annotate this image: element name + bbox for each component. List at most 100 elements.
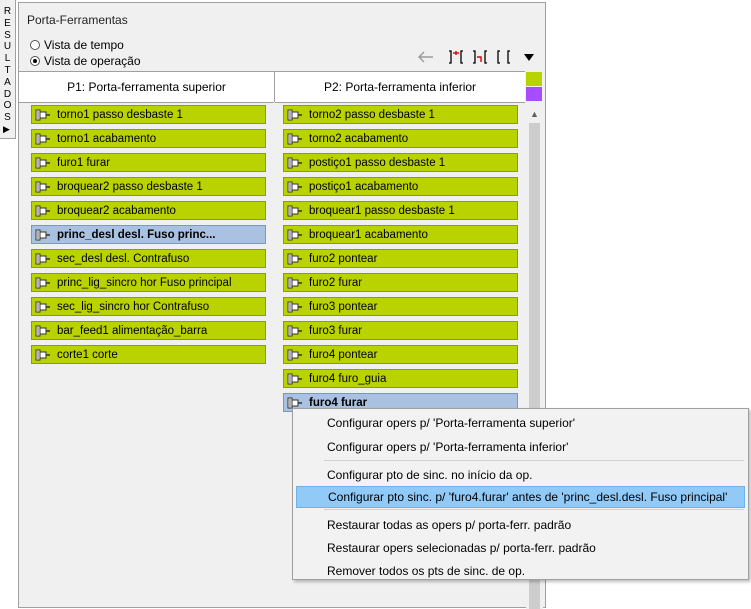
- menu-separator: [324, 509, 744, 510]
- tool-operation-icon: [287, 204, 303, 218]
- operation-label: torno1 passo desbaste 1: [57, 108, 183, 121]
- operation-item[interactable]: broquear1 acabamento: [283, 225, 518, 244]
- tool-operation-icon: [287, 228, 303, 242]
- operation-item[interactable]: bar_feed1 alimentação_barra: [31, 321, 266, 340]
- tool-operation-icon: [35, 156, 51, 170]
- operation-label: postiço1 acabamento: [309, 180, 419, 193]
- context-menu-item[interactable]: Remover todos os pts de sinc. de op.: [296, 560, 745, 582]
- context-menu-item[interactable]: Configurar pto de sinc. no início da op.: [296, 464, 745, 486]
- legend-operation-color: [526, 72, 542, 86]
- menu-separator: [324, 460, 744, 461]
- scroll-up-icon[interactable]: ▲: [526, 106, 543, 122]
- operation-item[interactable]: furo4 pontear: [283, 345, 518, 364]
- operation-label: bar_feed1 alimentação_barra: [57, 324, 208, 337]
- tool-operation-icon: [287, 372, 303, 386]
- operation-item[interactable]: torno2 acabamento: [283, 129, 518, 148]
- tool-operation-icon: [35, 204, 51, 218]
- operation-item[interactable]: torno2 passo desbaste 1: [283, 105, 518, 124]
- operation-label: furo4 furo_guia: [309, 372, 387, 385]
- expand-arrow-icon[interactable]: ▶: [3, 124, 10, 135]
- operation-item[interactable]: corte1 corte: [31, 345, 266, 364]
- context-menu-item[interactable]: Configurar opers p/ 'Porta-ferramenta in…: [296, 436, 745, 458]
- column-header-lower-label: P2: Porta-ferramenta inferior: [323, 80, 477, 94]
- dropdown-icon[interactable]: [519, 47, 539, 67]
- operation-label: furo4 furar: [309, 396, 368, 409]
- bracket-icon[interactable]: [495, 47, 515, 67]
- operation-item[interactable]: sec_lig_sincro hor Contrafuso: [31, 297, 266, 316]
- tool-operation-icon: [287, 132, 303, 146]
- operation-label: sec_desl desl. Contrafuso: [57, 252, 190, 265]
- context-menu-item-label: Restaurar todas as opers p/ porta-ferr. …: [327, 518, 572, 532]
- context-menu-item[interactable]: Restaurar todas as opers p/ porta-ferr. …: [296, 514, 745, 536]
- tool-operation-icon: [35, 108, 51, 122]
- tool-operation-icon: [35, 180, 51, 194]
- operation-item[interactable]: postiço1 passo desbaste 1: [283, 153, 518, 172]
- tool-operation-icon: [35, 348, 51, 362]
- context-menu-item-label: Configurar opers p/ 'Porta-ferramenta in…: [327, 440, 569, 454]
- operation-item[interactable]: princ_desl desl. Fuso princ...: [31, 225, 266, 244]
- tool-operation-icon: [35, 300, 51, 314]
- radio-circle-selected: [30, 56, 40, 66]
- operation-item[interactable]: broquear1 passo desbaste 1: [283, 201, 518, 220]
- tool-operation-icon: [287, 108, 303, 122]
- context-menu-item[interactable]: Configurar opers p/ 'Porta-ferramenta su…: [296, 412, 745, 434]
- sync-right-icon[interactable]: [471, 47, 491, 67]
- column-header-upper[interactable]: P1: Porta-ferramenta superior: [19, 71, 274, 103]
- view-operation-label: Vista de operação: [44, 54, 141, 68]
- operation-label: furo2 furar: [309, 276, 363, 289]
- operation-item[interactable]: princ_lig_sincro hor Fuso principal: [31, 273, 266, 292]
- context-menu-item[interactable]: Configurar pto sinc. p/ 'furo4.furar' an…: [296, 486, 745, 508]
- operation-label: furo4 pontear: [309, 348, 378, 361]
- context-menu-item[interactable]: Restaurar opers selecionadas p/ porta-fe…: [296, 537, 745, 559]
- sync-left-icon[interactable]: [447, 47, 467, 67]
- operation-label: princ_desl desl. Fuso princ...: [57, 228, 216, 241]
- operation-item[interactable]: broquear2 acabamento: [31, 201, 266, 220]
- operation-label: furo1 furar: [57, 156, 111, 169]
- context-menu-item-label: Configurar pto sinc. p/ 'furo4.furar' an…: [328, 490, 728, 504]
- operation-label: torno2 acabamento: [309, 132, 409, 145]
- operation-label: sec_lig_sincro hor Contrafuso: [57, 300, 210, 313]
- operation-item[interactable]: furo1 furar: [31, 153, 266, 172]
- operation-label: torno2 passo desbaste 1: [309, 108, 435, 121]
- tool-operation-icon: [287, 252, 303, 266]
- operation-item[interactable]: furo2 pontear: [283, 249, 518, 268]
- operation-item[interactable]: furo3 pontear: [283, 297, 518, 316]
- operation-label: corte1 corte: [57, 348, 118, 361]
- radio-circle: [30, 40, 40, 50]
- operation-label: furo2 pontear: [309, 252, 378, 265]
- operation-item[interactable]: furo3 furar: [283, 321, 518, 340]
- operation-label: broquear1 passo desbaste 1: [309, 204, 455, 217]
- tool-operation-icon: [287, 300, 303, 314]
- operation-item[interactable]: torno1 acabamento: [31, 129, 266, 148]
- tool-operation-icon: [35, 276, 51, 290]
- context-menu-item-label: Configurar opers p/ 'Porta-ferramenta su…: [327, 416, 576, 430]
- tool-operation-icon: [287, 324, 303, 338]
- operation-item[interactable]: furo4 furo_guia: [283, 369, 518, 388]
- tool-operation-icon: [35, 252, 51, 266]
- operation-item[interactable]: torno1 passo desbaste 1: [31, 105, 266, 124]
- tool-operation-icon: [35, 228, 51, 242]
- column-header-lower[interactable]: P2: Porta-ferramenta inferior: [275, 71, 525, 103]
- tool-operation-icon: [287, 156, 303, 170]
- operation-label: postiço1 passo desbaste 1: [309, 156, 446, 169]
- legend-sync-color: [526, 87, 542, 101]
- operation-item[interactable]: postiço1 acabamento: [283, 177, 518, 196]
- operation-item[interactable]: furo2 furar: [283, 273, 518, 292]
- view-operation-radio[interactable]: Vista de operação: [30, 54, 141, 68]
- view-time-radio[interactable]: Vista de tempo: [30, 38, 124, 52]
- results-side-tab[interactable]: R E S U L T A D O S ▶: [0, 0, 16, 139]
- view-time-label: Vista de tempo: [44, 38, 124, 52]
- operation-item[interactable]: broquear2 passo desbaste 1: [31, 177, 266, 196]
- tool-operation-icon: [287, 348, 303, 362]
- operation-label: broquear2 passo desbaste 1: [57, 180, 203, 193]
- operation-label: princ_lig_sincro hor Fuso principal: [57, 276, 232, 289]
- column-header-upper-label: P1: Porta-ferramenta superior: [67, 80, 226, 94]
- operation-label: torno1 acabamento: [57, 132, 157, 145]
- tool-operation-icon: [287, 180, 303, 194]
- tool-operation-icon: [35, 324, 51, 338]
- context-menu-item-label: Configurar pto de sinc. no início da op.: [327, 468, 533, 482]
- back-arrow-icon[interactable]: [416, 47, 436, 67]
- operation-label: furo3 furar: [309, 324, 363, 337]
- operation-item[interactable]: sec_desl desl. Contrafuso: [31, 249, 266, 268]
- tool-operation-icon: [287, 276, 303, 290]
